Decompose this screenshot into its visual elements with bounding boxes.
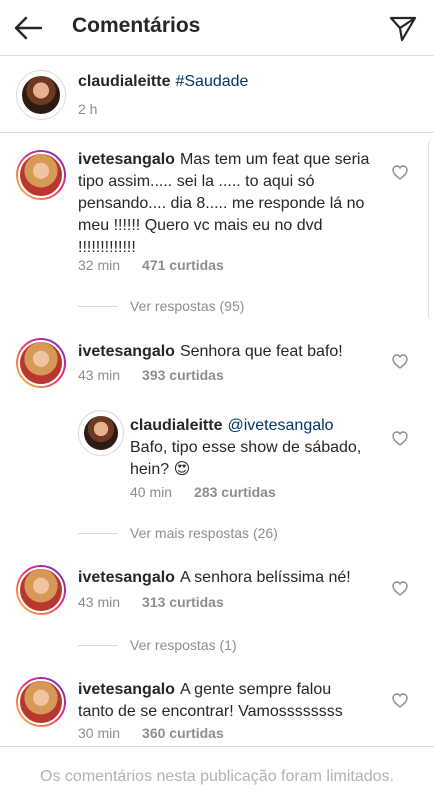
reply-likes[interactable]: 283 curtidas <box>194 484 276 500</box>
view-replies-link[interactable]: Ver respostas (95) <box>78 298 244 314</box>
caption-username[interactable]: claudialeitte <box>78 73 170 90</box>
comments-limited-notice: Os comentários nesta publicação foram li… <box>0 746 434 800</box>
heart-icon <box>392 164 408 180</box>
comment-likes[interactable]: 360 curtidas <box>142 725 224 741</box>
post-caption: claudialeitte #Saudade 2 h <box>0 57 434 133</box>
divider <box>78 305 118 307</box>
caption-text: claudialeitte #Saudade <box>78 71 408 93</box>
divider <box>78 644 118 646</box>
comment-likes[interactable]: 313 curtidas <box>142 594 224 610</box>
view-replies-label: Ver respostas (95) <box>130 298 245 314</box>
comment-meta: 32 min 471 curtidas <box>78 257 224 273</box>
comment-username[interactable]: ivetesangalo <box>78 569 175 586</box>
comment-time: 30 min <box>78 725 121 741</box>
heart-icon <box>392 580 408 596</box>
limited-notice-text: Os comentários nesta publicação foram li… <box>40 768 394 785</box>
reply-body: Bafo, tipo esse show de sábado, hein? 😍 <box>130 439 362 478</box>
share-button[interactable] <box>386 11 420 45</box>
comment-username[interactable]: ivetesangalo <box>78 343 175 360</box>
top-bar: Comentários <box>0 0 434 56</box>
reply-time: 40 min <box>130 484 173 500</box>
comment-likes[interactable]: 471 curtidas <box>142 257 224 273</box>
comment-time: 43 min <box>78 367 121 383</box>
comment-time: 43 min <box>78 594 121 610</box>
comment-likes[interactable]: 393 curtidas <box>142 367 224 383</box>
avatar[interactable] <box>16 150 66 200</box>
comment-username[interactable]: ivetesangalo <box>78 151 175 168</box>
page-title: Comentários <box>72 14 201 37</box>
divider <box>78 532 118 534</box>
view-replies-link[interactable]: Ver respostas (1) <box>78 637 237 653</box>
arrow-left-icon <box>14 16 43 40</box>
heart-icon <box>392 430 408 446</box>
heart-icon <box>392 692 408 708</box>
scrollbar[interactable] <box>428 140 434 320</box>
view-replies-label: Ver mais respostas (26) <box>130 525 278 541</box>
caption-hashtag[interactable]: #Saudade <box>175 73 248 90</box>
reply-username[interactable]: claudialeitte <box>130 417 222 434</box>
avatar[interactable] <box>78 410 124 456</box>
reply-mention[interactable]: @ivetesangalo <box>227 417 333 434</box>
comment-body: A senhora belíssima né! <box>179 569 351 586</box>
like-button[interactable] <box>392 580 408 596</box>
like-button[interactable] <box>392 164 408 180</box>
paper-plane-icon <box>389 16 417 42</box>
view-more-replies-link[interactable]: Ver mais respostas (26) <box>78 525 278 541</box>
caption-time: 2 h <box>78 101 98 117</box>
avatar[interactable] <box>16 677 66 727</box>
comment-username[interactable]: ivetesangalo <box>78 681 175 698</box>
comment-meta: 43 min 313 curtidas <box>78 594 224 610</box>
comment-text: ivetesangalo A gente sempre falou tanto d… <box>78 679 370 723</box>
avatar[interactable] <box>16 70 66 120</box>
avatar[interactable] <box>16 338 66 388</box>
comment-text: ivetesangalo Mas tem um feat que seria ti… <box>78 149 370 259</box>
view-replies-label: Ver respostas (1) <box>130 637 237 653</box>
heart-icon <box>392 353 408 369</box>
comment-time: 32 min <box>78 257 121 273</box>
comment-meta: 43 min 393 curtidas <box>78 367 224 383</box>
reply-text: claudialeitte @ivetesangalo Bafo, tipo ess… <box>130 415 380 481</box>
like-button[interactable] <box>392 430 408 446</box>
like-button[interactable] <box>392 692 408 708</box>
avatar[interactable] <box>16 565 66 615</box>
comment-body: Senhora que feat bafo! <box>179 343 343 360</box>
reply-meta: 40 min 283 curtidas <box>130 484 276 500</box>
comment-meta: 30 min 360 curtidas <box>78 725 224 741</box>
comment-text: ivetesangalo Senhora que feat bafo! <box>78 341 370 363</box>
like-button[interactable] <box>392 353 408 369</box>
back-button[interactable] <box>10 12 46 44</box>
comment-text: ivetesangalo A senhora belíssima né! <box>78 567 370 589</box>
